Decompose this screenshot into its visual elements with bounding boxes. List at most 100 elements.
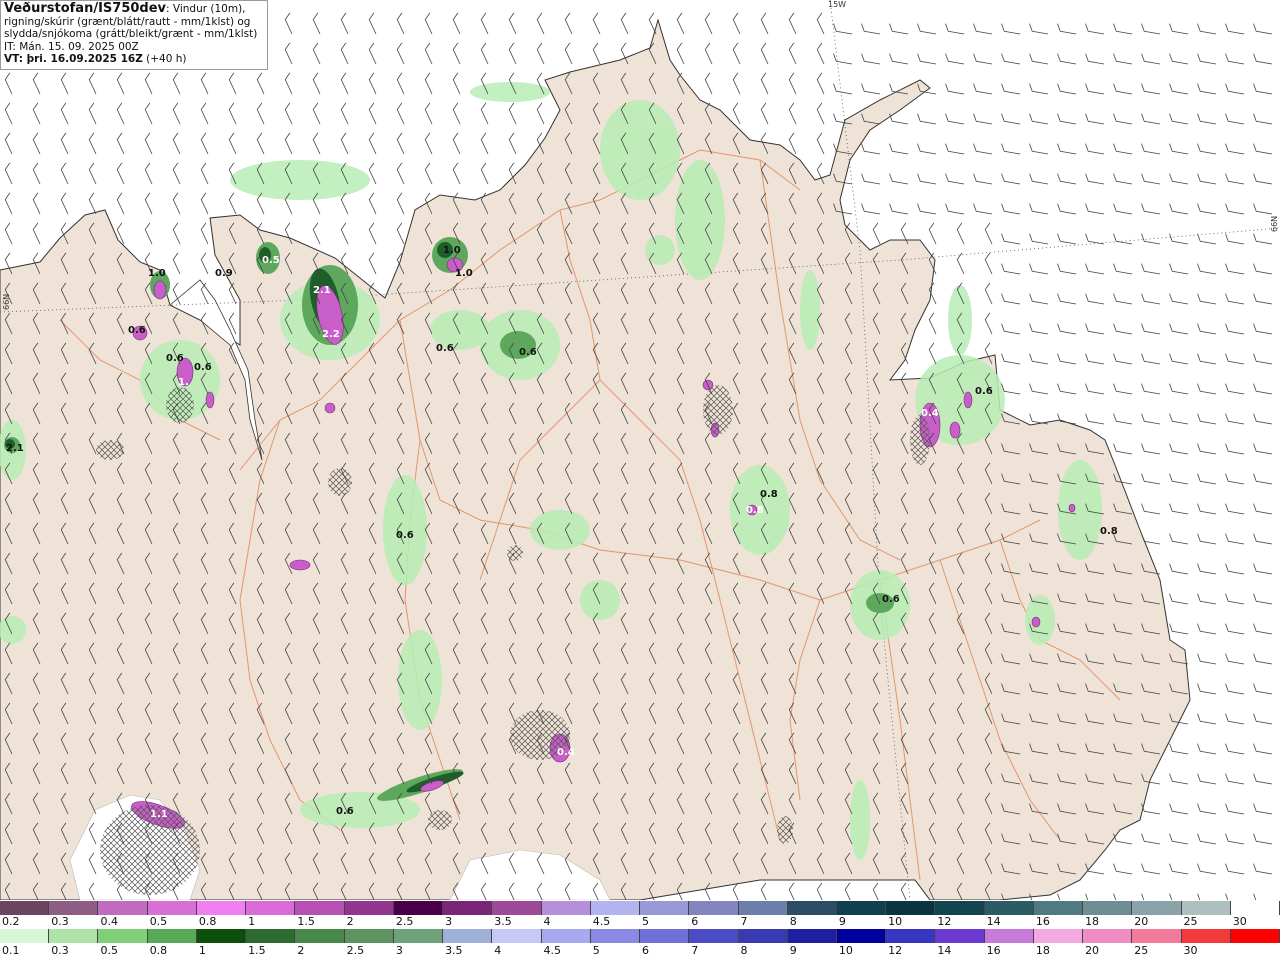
- precip-label: 0.5: [262, 255, 280, 266]
- precip-label: 0.6: [128, 325, 146, 336]
- scale-swatch: [49, 929, 99, 943]
- scale-label: 6: [642, 944, 649, 957]
- scale-swatch: [492, 901, 542, 915]
- precip-label: 2.1: [6, 443, 24, 454]
- precip-label: 1.0: [455, 268, 473, 279]
- precip-label: 0.6: [166, 353, 184, 364]
- scale-swatch: [787, 929, 837, 943]
- scale-swatch: [738, 929, 788, 943]
- scale-swatch: [738, 901, 788, 915]
- scale-label: 0.3: [51, 944, 69, 957]
- scale-swatch: [984, 929, 1034, 943]
- scale-swatch: [147, 929, 197, 943]
- scale-swatch: [0, 901, 50, 915]
- scale-label: 25: [1183, 915, 1198, 928]
- latitude-label-right: 66N: [1270, 215, 1279, 232]
- scale-swatch: [886, 901, 936, 915]
- scale-swatch: [295, 901, 345, 915]
- precip-label: 0.6: [882, 594, 900, 605]
- scale-label: 2.5: [346, 944, 365, 957]
- map-description: : Vindur (10m),: [166, 3, 246, 15]
- scale-swatch: [836, 901, 887, 915]
- scale-label: 8: [740, 944, 748, 957]
- scale-swatch: [1083, 901, 1133, 915]
- scale-swatch: [640, 929, 690, 943]
- scale-swatch: [344, 929, 394, 943]
- precip-label: 1.1: [150, 809, 168, 820]
- scale-label: 20: [1134, 915, 1149, 928]
- precip-label: 0.8: [1100, 526, 1118, 537]
- scale-label: 16: [986, 944, 1001, 957]
- scale-swatch: [787, 901, 837, 915]
- scale-swatch: [1033, 929, 1084, 943]
- scale-label: 4: [543, 915, 551, 928]
- scale-swatch: [443, 929, 493, 943]
- scale-label: 10: [888, 915, 903, 928]
- scale-label: 30: [1232, 915, 1247, 928]
- precip-label: 0.6: [194, 362, 212, 373]
- scale-swatch: [541, 929, 591, 943]
- precip-label: 0.6: [436, 343, 454, 354]
- scale-label: 10: [838, 944, 853, 957]
- scale-swatch: [689, 901, 739, 915]
- scale-swatch: [1181, 901, 1231, 915]
- scale-label: 20: [1085, 944, 1100, 957]
- scale-label: 2: [346, 915, 354, 928]
- scale-swatch: [492, 929, 542, 943]
- valid-time: VT: þri. 16.09.2025 16Z: [4, 53, 143, 66]
- map-header: Veðurstofan/IS750dev: Vindur (10m), rign…: [0, 0, 268, 70]
- forecast-offset: (+40 h): [142, 53, 187, 66]
- scale-swatch: [1230, 901, 1280, 915]
- scale-label: 30: [1183, 944, 1198, 957]
- precip-label: 0.9: [215, 268, 233, 279]
- scale-swatch: [196, 901, 247, 915]
- scale-swatch: [196, 929, 247, 943]
- scale-swatch: [590, 929, 641, 943]
- precip-label: 0.6: [519, 347, 537, 358]
- scale-label: 1: [248, 915, 256, 928]
- scale-swatch: [98, 929, 148, 943]
- scale-label: 12: [937, 915, 952, 928]
- scale-label: 0.5: [149, 915, 168, 928]
- scale-label: 5: [592, 944, 600, 957]
- scale-swatch: [98, 901, 148, 915]
- rain-color-scale: [0, 929, 1280, 943]
- scale-label: 4.5: [543, 944, 562, 957]
- scale-label: 16: [1035, 915, 1050, 928]
- scale-label: 2: [297, 944, 305, 957]
- scale-swatch: [541, 901, 591, 915]
- scale-swatch: [689, 929, 739, 943]
- map-description-line: slydda/snjókoma (grátt/bleikt/grænt - mm…: [4, 28, 258, 41]
- scale-swatch: [0, 929, 50, 943]
- scale-label: 0.3: [51, 915, 69, 928]
- scale-swatch: [640, 901, 690, 915]
- scale-label: 3.5: [445, 944, 463, 957]
- scale-swatch: [935, 901, 985, 915]
- precip-label: 0.6: [396, 530, 414, 541]
- scale-label: 6: [691, 915, 699, 928]
- issue-time: IT: Mán. 15. 09. 2025 00Z: [4, 40, 139, 53]
- scale-swatch: [295, 929, 345, 943]
- latitude-label-left: 66N: [2, 293, 11, 310]
- scale-swatch: [1132, 929, 1182, 943]
- scale-swatch: [393, 929, 444, 943]
- scale-swatch: [1132, 901, 1182, 915]
- scale-swatch: [836, 929, 887, 943]
- scale-label: 9: [838, 915, 846, 928]
- scale-label: 0.8: [149, 944, 168, 957]
- scale-swatch: [246, 901, 296, 915]
- map-description-line: rigning/skúrir (grænt/blátt/rautt - mm/1…: [4, 15, 251, 28]
- scale-label: 5: [642, 915, 649, 928]
- scale-label: 1.5: [248, 944, 266, 957]
- scale-swatch: [147, 901, 197, 915]
- scale-label: 25: [1134, 944, 1149, 957]
- scale-label: 1: [198, 944, 206, 957]
- precip-label: 0.6: [336, 806, 354, 817]
- scale-label: 14: [986, 915, 1001, 928]
- scale-label: 12: [888, 944, 903, 957]
- scale-label: 0.2: [2, 915, 20, 928]
- precip-label: 0.6: [975, 386, 993, 397]
- rain-scale-labels: 0.1 0.3 0.5 0.8 1 1.5 2 2.5 3 3.5 4 4.5 5 6 7 8 9 10 12 14 1…: [0, 944, 1280, 957]
- scale-label: 14: [937, 944, 952, 957]
- scale-label: 18: [1085, 915, 1100, 928]
